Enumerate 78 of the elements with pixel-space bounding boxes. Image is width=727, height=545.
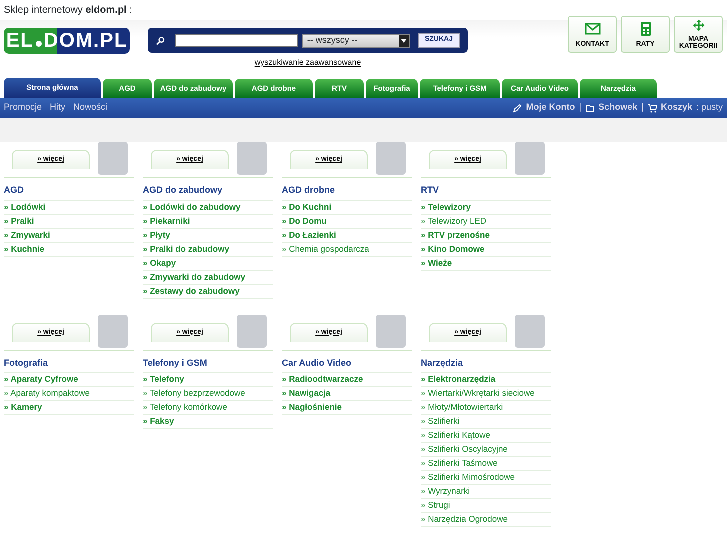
category-link[interactable]: » Szlifierki Oscylacyjne [421, 443, 551, 457]
photo-placeholder [98, 314, 128, 348]
logo[interactable]: EL DOM.PL [4, 28, 130, 54]
category-link[interactable]: » RTV przenośne [421, 228, 551, 242]
my-account-link[interactable]: Moje Konto [526, 101, 576, 115]
category-link[interactable]: » Kuchnie [4, 242, 134, 256]
category-link[interactable]: » Płyty [143, 228, 273, 242]
category-link[interactable]: » Elektronarzędzia [421, 373, 551, 387]
category-link[interactable]: » Telewizory [421, 200, 551, 214]
category-link[interactable]: » Szlifierki [421, 415, 551, 429]
advanced-search-link[interactable]: wyszukiwanie zaawansowane [254, 57, 362, 69]
category-link[interactable]: » Do Kuchni [282, 200, 412, 214]
category-link[interactable]: » Do Łazienki [282, 228, 412, 242]
category-link[interactable]: » Telewizory LED [421, 214, 551, 228]
shop-caption: Sklep internetowy eldom.pl : [3, 4, 134, 18]
category-link[interactable]: » Okapy [143, 256, 273, 270]
pencil-icon [513, 104, 522, 112]
category-title[interactable]: AGD do zabudowy [143, 178, 273, 200]
category-link[interactable]: » Kamery [4, 401, 134, 415]
category-title[interactable]: AGD [4, 178, 134, 200]
separator: | [642, 101, 644, 114]
category-title[interactable]: Fotografia [4, 350, 134, 373]
folder-icon [586, 104, 595, 112]
category-link[interactable]: » Wiertarki/Wkrętarki sieciowe [421, 387, 551, 401]
category-link[interactable]: » Wieże [421, 256, 551, 270]
category-title[interactable]: Telefony i GSM [143, 350, 273, 373]
category-link[interactable]: » Aparaty kompaktowe [4, 387, 134, 401]
category-link[interactable]: » Telefony komórkowe [143, 401, 273, 415]
cart-icon [648, 104, 657, 112]
category-link[interactable]: » Piekarniki [143, 214, 273, 228]
category-link[interactable]: » Zestawy do zabudowy [143, 284, 273, 298]
category-title[interactable]: RTV [421, 178, 551, 200]
category-title[interactable]: Narzędzia [421, 350, 551, 373]
category-link[interactable]: » Narzędzia Ogrodowe [421, 513, 551, 527]
category-link[interactable]: » Szlifierki Mimośrodowe [421, 471, 551, 485]
search-icon [156, 36, 166, 46]
category-link[interactable]: » Nawigacja [282, 387, 412, 401]
category-link[interactable]: » Chemia gospodarcza [282, 242, 412, 256]
subnav-link[interactable]: Promocje [4, 101, 42, 115]
category-link[interactable]: » Młoty/Młotowiertarki [421, 401, 551, 415]
category-link[interactable]: » Strugi [421, 499, 551, 513]
category-dropdown[interactable]: -- wszyscy -- [302, 34, 410, 48]
four-arrows-icon [690, 19, 706, 32]
category-link[interactable]: » Lodówki do zabudowy [143, 200, 273, 214]
photo-placeholder [376, 314, 406, 348]
subnav-link[interactable]: Hity [50, 101, 66, 115]
category-link[interactable]: » Kino Domowe [421, 242, 551, 256]
photo-placeholder [515, 142, 545, 175]
category-link[interactable]: » Szlifierki Kątowe [421, 429, 551, 443]
search-field[interactable] [175, 34, 298, 47]
photo-placeholder [376, 142, 406, 175]
cart-status: : pusty [696, 101, 723, 114]
category-link[interactable]: » Do Domu [282, 214, 412, 228]
category-link[interactable]: » Aparaty Cyfrowe [4, 373, 134, 387]
category-link[interactable]: » Lodówki [4, 200, 134, 214]
photo-placeholder [515, 314, 545, 348]
cart-link[interactable]: Koszyk [660, 101, 692, 115]
envelope-icon [584, 21, 600, 37]
category-link[interactable]: » Szlifierki Taśmowe [421, 457, 551, 471]
caret-icon [398, 34, 409, 46]
category-link[interactable]: » Zmywarki [4, 228, 134, 242]
category-link[interactable]: » Faksy [143, 415, 273, 429]
category-link[interactable]: » Pralki [4, 214, 134, 228]
category-link[interactable]: » Zmywarki do zabudowy [143, 270, 273, 284]
category-link[interactable]: » Wyrzynarki [421, 485, 551, 499]
photo-placeholder [237, 314, 267, 348]
photo-placeholder [98, 142, 128, 175]
category-link[interactable]: » Telefony bezprzewodowe [143, 387, 273, 401]
photo-placeholder [237, 142, 267, 175]
category-link[interactable]: » Radioodtwarzacze [282, 373, 412, 387]
separator: | [579, 101, 582, 114]
category-link[interactable]: » Nagłośnienie [282, 401, 412, 415]
wishlist-link[interactable]: Schowek [598, 101, 638, 115]
category-link[interactable]: » Pralki do zabudowy [143, 242, 273, 256]
category-title[interactable]: AGD drobne [282, 178, 412, 200]
category-link[interactable]: » Telefony [143, 373, 273, 387]
subnav-link[interactable]: Nowości [74, 101, 108, 115]
category-title[interactable]: Car Audio Video [282, 350, 412, 373]
